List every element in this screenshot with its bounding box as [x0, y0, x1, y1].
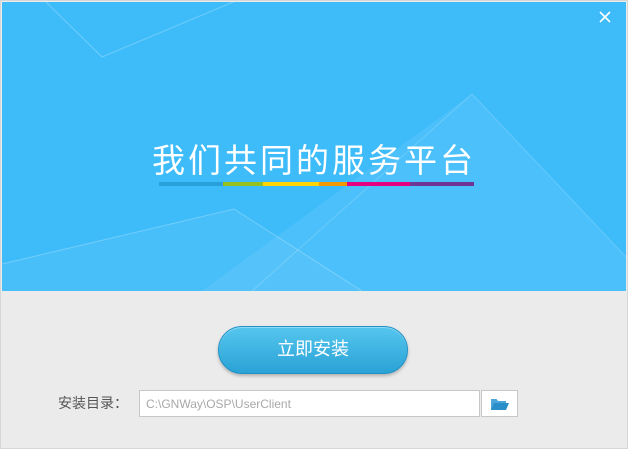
- rainbow-segment: [410, 182, 474, 186]
- rainbow-segment: [319, 182, 347, 186]
- slogan-title: 我们共同的服务平台: [152, 141, 476, 180]
- rainbow-bar: [159, 182, 474, 186]
- browse-folder-button[interactable]: [481, 390, 518, 417]
- folder-open-icon: [491, 399, 509, 410]
- banner: 我们共同的服务平台: [2, 2, 626, 291]
- install-directory-label: 安装目录：: [58, 396, 128, 412]
- installer-window: 我们共同的服务平台 立即安装 安装目录：: [0, 0, 628, 449]
- close-icon: [599, 11, 611, 23]
- rainbow-segment: [223, 182, 263, 186]
- rainbow-segment: [347, 182, 410, 186]
- rainbow-segment: [263, 182, 319, 186]
- install-directory-input[interactable]: [139, 390, 480, 417]
- rainbow-segment: [159, 182, 223, 186]
- install-now-button[interactable]: 立即安装: [218, 326, 408, 374]
- close-button[interactable]: [596, 8, 614, 26]
